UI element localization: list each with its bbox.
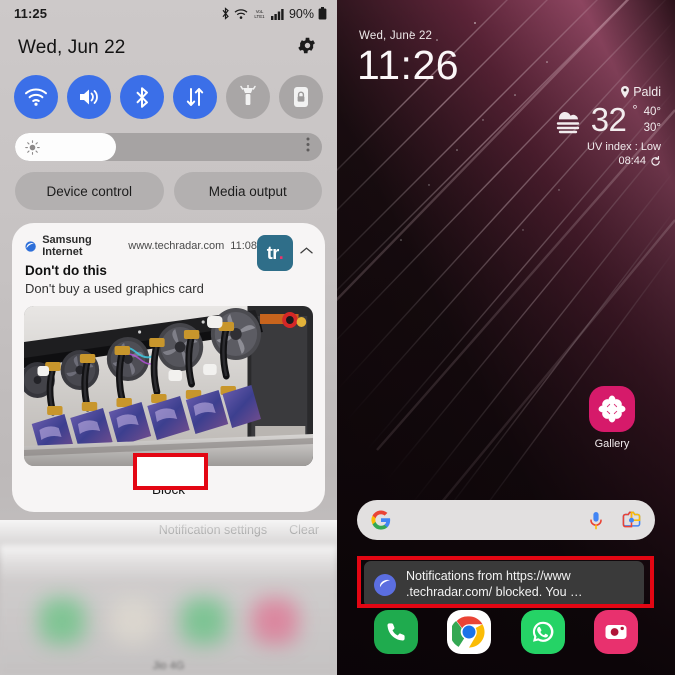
data-arrows-icon — [186, 88, 204, 106]
notification-body: Don't buy a used graphics card — [25, 281, 204, 296]
haze-icon — [556, 111, 579, 133]
quick-toggles — [0, 61, 337, 119]
google-lens-icon[interactable] — [622, 511, 641, 529]
bluetooth-icon — [136, 86, 148, 108]
status-bar-time: 11:25 — [14, 6, 48, 21]
app-icon-whatsapp[interactable] — [520, 610, 565, 654]
chevron-up-icon[interactable] — [300, 242, 313, 260]
brightness-icon — [25, 139, 40, 155]
techradar-logo-dot: . — [278, 243, 284, 263]
flashlight-icon — [240, 85, 256, 105]
battery-icon — [318, 7, 327, 20]
toast-notification: Notifications from https://www .techrada… — [364, 561, 644, 609]
gpu-mining-rig-photo — [24, 306, 313, 466]
media-output-button[interactable]: Media output — [173, 172, 322, 210]
block-button-highlight — [133, 453, 208, 490]
toggle-bluetooth[interactable] — [120, 75, 164, 119]
phone-icon — [387, 623, 405, 641]
quick-settings-panel: 11:25 VoL LTE1 90% Wed, Jun 22 Device co… — [0, 0, 337, 675]
gear-icon[interactable] — [297, 35, 318, 61]
blurred-dock-icons — [0, 593, 337, 649]
signal-icon — [270, 8, 284, 20]
app-icon-chrome[interactable] — [447, 610, 492, 654]
weather-temp: 32 — [590, 101, 627, 139]
bluetooth-icon — [222, 7, 229, 20]
notification-header: Samsung Internet www.techradar.com 11:08… — [12, 234, 325, 296]
google-search-bar[interactable] — [357, 500, 655, 540]
toggle-sound[interactable] — [67, 75, 111, 119]
carrier-label: Jio 4G — [152, 660, 185, 672]
weather-updated-time: 08:44 — [618, 155, 646, 168]
toggle-rotation-lock[interactable] — [279, 75, 323, 119]
wifi-icon — [25, 88, 47, 106]
app-dock — [337, 605, 675, 659]
device-control-button[interactable]: Device control — [15, 172, 164, 210]
notification-url: www.techradar.com — [128, 240, 225, 252]
weather-high: 40° — [643, 106, 661, 118]
weather-low: 30° — [643, 121, 661, 134]
weather-degree: ° — [632, 102, 638, 118]
notification-app-name: Samsung Internet — [42, 234, 92, 258]
volte-icon: VoLLTE1 — [254, 9, 265, 19]
device-media-row: Device control Media output — [0, 161, 337, 210]
more-vertical-icon[interactable] — [306, 137, 310, 157]
microphone-icon[interactable] — [588, 511, 604, 530]
chrome-icon — [452, 616, 485, 648]
notification-title: Don't do this — [25, 263, 107, 278]
toggle-wifi[interactable] — [14, 75, 58, 119]
toggle-flashlight[interactable] — [226, 75, 270, 119]
status-bar: 11:25 VoL LTE1 90% — [0, 0, 337, 27]
whatsapp-icon — [532, 621, 554, 642]
brightness-row — [0, 119, 337, 161]
lockscreen-date: Wed, June 22 — [359, 30, 433, 42]
camera-icon — [605, 625, 627, 639]
speaker-icon — [80, 89, 98, 105]
home-screen-panel: Wed, June 22 11:26 Paldi 32 ° 40° 30° UV… — [337, 0, 675, 675]
samsung-internet-icon — [374, 573, 396, 596]
lock-icon — [294, 87, 308, 107]
notification-image — [24, 306, 313, 466]
brightness-fill — [15, 133, 117, 161]
techradar-logo-text: tr — [266, 242, 280, 263]
svg-text:LTE1: LTE1 — [254, 14, 265, 19]
app-icon-gallery[interactable]: Gallery — [580, 386, 644, 450]
location-pin-icon — [621, 85, 630, 98]
weather-uv-index: UV index : Low — [587, 141, 661, 154]
panel-date: Wed, Jun 22 — [18, 37, 126, 58]
battery-percent: 90% — [288, 6, 314, 21]
app-icon-phone[interactable] — [373, 610, 418, 654]
lockscreen-clock: 11:26 — [357, 42, 460, 88]
samsung-internet-icon — [25, 240, 36, 252]
techradar-logo: tr. — [257, 235, 293, 271]
toggle-mobile-data[interactable] — [173, 75, 217, 119]
notification-time: 11:08 — [230, 240, 257, 252]
brightness-slider[interactable] — [15, 133, 322, 161]
weather-widget[interactable]: Paldi 32 ° 40° 30° UV index : Low 08:44 — [551, 85, 661, 167]
refresh-icon[interactable] — [650, 155, 661, 167]
gallery-label: Gallery — [594, 438, 630, 450]
weather-location: Paldi — [633, 85, 661, 99]
gallery-flower-icon — [589, 386, 635, 432]
google-g-icon — [371, 510, 391, 530]
app-icon-camera[interactable] — [594, 610, 639, 654]
toast-text-line1: Notifications from https://www — [406, 569, 571, 583]
date-row: Wed, Jun 22 — [0, 27, 337, 61]
wifi-icon — [234, 8, 248, 19]
toast-text-line2: .techradar.com/ blocked. You … — [406, 584, 583, 599]
